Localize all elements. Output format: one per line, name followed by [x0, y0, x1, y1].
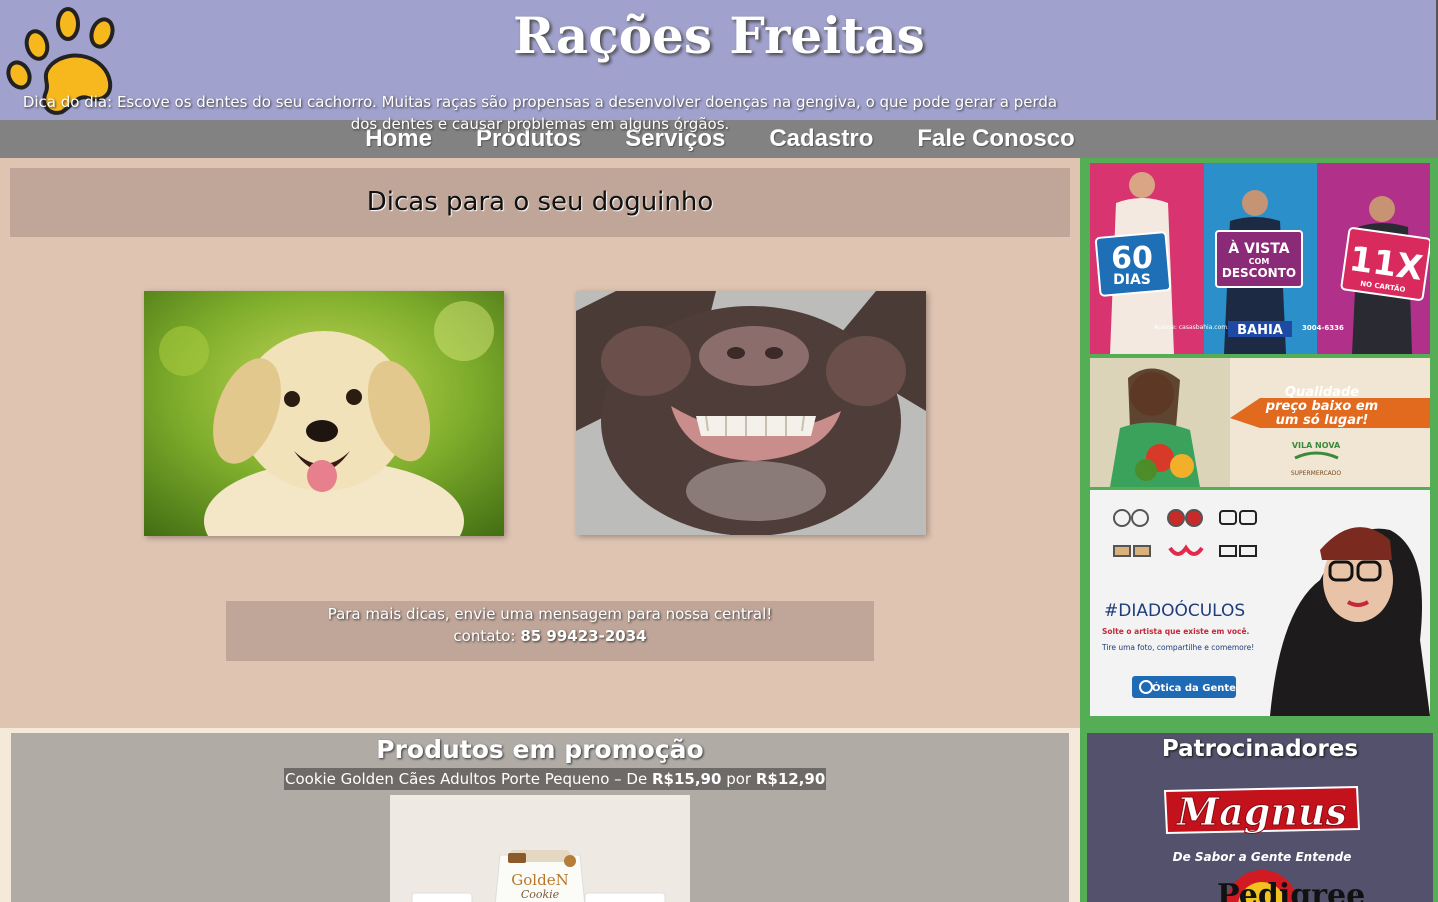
- ad1-badge2-line1: À VISTA: [1228, 240, 1289, 257]
- ad2-brand: VILA NOVA: [1292, 441, 1341, 450]
- registered-mark-icon: ®: [1355, 890, 1364, 900]
- ad3-brand: Ótica da Gente: [1152, 681, 1236, 694]
- ad2-brand-sub: SUPERMERCADO: [1291, 470, 1342, 477]
- ad1-brand: BAHIA: [1237, 323, 1283, 338]
- promo-title: Produtos em promoção: [376, 735, 704, 764]
- ad-casas-bahia[interactable]: 60 DIAS À VISTA COM DESCONTO 11X NO CART…: [1090, 163, 1430, 354]
- sponsors-title: Patrocinadores: [1161, 736, 1359, 762]
- ad3-line1: Solte o artista que existe em você.: [1102, 627, 1250, 636]
- smiling-dog-photo: [576, 291, 926, 535]
- promo-product-name: Cookie Golden Cães Adultos Porte Pequeno…: [285, 770, 652, 788]
- sponsor-magnus-slogan: De Sabor a Gente Entende: [1173, 850, 1352, 864]
- puppy-photo: [144, 291, 504, 536]
- promo-old-price: R$15,90: [651, 770, 722, 788]
- sponsors-panel: Patrocinadores Magnus De Sabor a Gente E…: [1087, 733, 1433, 902]
- promo-panel: Produtos em promoção Cookie Golden Cães …: [11, 733, 1069, 902]
- promo-package-sub: Cookie: [521, 888, 560, 901]
- ad2-line2: preço baixo em: [1265, 399, 1378, 414]
- sponsor-pedigree: Pedigree: [1217, 878, 1365, 902]
- ad-otica[interactable]: #DIADOÓCULOS Solte o artista que existe …: [1090, 490, 1430, 716]
- ad-supermercado[interactable]: Qualidade preço baixo em um só lugar! VI…: [1090, 358, 1430, 487]
- ad1-badge1-small: DIAS: [1113, 272, 1151, 288]
- promo-new-price: R$12,90: [755, 770, 826, 788]
- ad2-line3: um só lugar!: [1276, 413, 1369, 428]
- ad1-site: Acesse: casasbahia.com.br: [1154, 324, 1236, 331]
- promo-product-line: Cookie Golden Cães Adultos Porte Pequeno…: [284, 768, 827, 790]
- contact-box: Para mais dicas, envie uma mensagem para…: [226, 601, 874, 661]
- promo-package-brand: GoldeN: [511, 871, 568, 889]
- sponsor-magnus: Magnus: [1175, 789, 1347, 834]
- contact-phone[interactable]: 85 99423-2034: [520, 627, 646, 645]
- ad1-badge2-line2: COM: [1249, 257, 1270, 266]
- tip-of-day: Dica do dia: Escove os dentes do seu cac…: [22, 93, 1058, 133]
- contact-label: contato:: [453, 627, 521, 645]
- ad2-line1: Qualidade: [1285, 385, 1359, 400]
- site-title: Rações Freitas: [513, 6, 925, 65]
- ad3-hashtag: #DIADOÓCULOS: [1104, 599, 1245, 621]
- ad3-line2: Tire uma foto, compartilhe e comemore!: [1101, 643, 1254, 652]
- contact-line: contato: 85 99423-2034: [226, 625, 874, 647]
- ad1-badge1-big: 60: [1111, 241, 1153, 276]
- ad1-badge2-line3: DESCONTO: [1222, 266, 1296, 280]
- sponsor-logos[interactable]: Magnus De Sabor a Gente Entende Pedigree…: [1087, 781, 1433, 902]
- promo-product-image[interactable]: GoldeN Cookie: [390, 795, 690, 902]
- contact-message: Para mais dicas, envie uma mensagem para…: [327, 605, 773, 623]
- tips-header: Dicas para o seu doguinho: [10, 168, 1070, 237]
- tips-title: Dicas para o seu doguinho: [366, 187, 714, 217]
- ad1-phone: 3004-6336: [1302, 324, 1344, 332]
- promo-between: por: [721, 770, 756, 788]
